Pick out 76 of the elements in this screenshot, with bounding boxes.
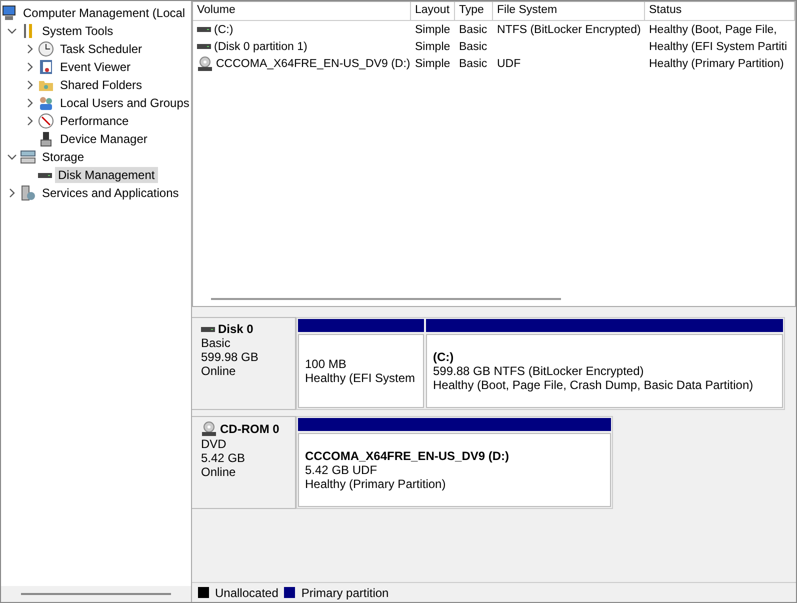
tree-item[interactable]: Task Scheduler xyxy=(57,41,146,57)
disk-type: DVD xyxy=(201,437,228,451)
partition-box[interactable]: 100 MB Healthy (EFI System xyxy=(298,334,424,408)
services-icon xyxy=(20,185,36,201)
table-cell: CCCOMA_X64FRE_EN-US_DV9 (D:) xyxy=(216,58,410,70)
computer-icon xyxy=(1,5,17,21)
drive-icon xyxy=(38,172,52,178)
partition-box[interactable]: CCCOMA_X64FRE_EN-US_DV9 (D:) 5.42 GB UDF Healthy (Primary Partition) xyxy=(298,433,611,507)
tree-item[interactable]: Local Users and Groups xyxy=(57,95,192,111)
partition-box[interactable]: (C:) 599.88 GB NTFS (BitLocker Encrypted) Healthy (Boot, Page File, Crash Dump, Basic Data Partition) xyxy=(426,334,783,408)
chevron-right-icon[interactable] xyxy=(25,62,35,72)
chevron-right-icon[interactable] xyxy=(25,44,35,54)
partition-status: Healthy (Boot, Page File, Crash Dump, Basic Data Partition) xyxy=(433,378,754,392)
tree-item[interactable]: Services and Applications xyxy=(39,185,182,201)
legend-label: Primary partition xyxy=(301,586,389,600)
table-cell: UDF xyxy=(497,58,521,70)
tree-item[interactable]: Disk Management xyxy=(55,167,158,183)
tree-item[interactable]: Storage xyxy=(39,149,88,165)
partition-status: Healthy (Primary Partition) xyxy=(305,477,447,491)
legend-label: Unallocated xyxy=(215,586,278,600)
disk-name: CD-ROM 0 xyxy=(220,422,280,436)
partition-label: (C:) xyxy=(433,350,455,364)
table-cell: (C:) xyxy=(214,24,234,36)
log-book-icon xyxy=(38,59,54,75)
drive-icon xyxy=(201,326,215,332)
table-cell: Healthy (Primary Partition) xyxy=(649,58,784,70)
table-cell: Basic xyxy=(459,40,488,52)
disk-size: 5.42 GB xyxy=(201,451,246,465)
drive-icon xyxy=(197,44,211,49)
tree-item[interactable]: Computer Management (Local xyxy=(20,5,188,21)
tree-item[interactable]: Performance xyxy=(57,113,132,129)
chevron-down-icon[interactable] xyxy=(7,26,17,36)
table-cell: (Disk 0 partition 1) xyxy=(214,40,308,52)
optical-drive-icon xyxy=(201,421,217,437)
gauge-icon xyxy=(38,113,54,129)
table-cell: Simple xyxy=(415,40,450,52)
storage-icon xyxy=(20,149,36,165)
disk-name: Disk 0 xyxy=(218,322,254,336)
disk-info-panel[interactable]: Disk 0 Basic 599.98 GB Online xyxy=(192,317,296,410)
table-cell: Basic xyxy=(459,24,488,36)
table-cell: Simple xyxy=(415,24,450,36)
drive-icon xyxy=(197,27,211,32)
column-header[interactable]: Type xyxy=(455,2,493,20)
chevron-right-icon[interactable] xyxy=(7,188,17,198)
tree-item[interactable]: Device Manager xyxy=(57,131,150,147)
table-cell: Healthy (Boot, Page File, xyxy=(649,24,777,36)
device-icon xyxy=(38,131,54,147)
disk-status: Online xyxy=(201,465,237,479)
disk-status: Online xyxy=(201,364,237,378)
disk-size: 599.98 GB xyxy=(201,350,260,364)
chevron-down-icon[interactable] xyxy=(7,152,17,162)
column-header[interactable]: Volume xyxy=(193,2,411,20)
chevron-right-icon[interactable] xyxy=(25,98,35,108)
tree-item[interactable]: System Tools xyxy=(39,23,116,39)
chevron-right-icon[interactable] xyxy=(25,116,35,126)
optical-drive-icon xyxy=(197,56,213,72)
disk-type: Basic xyxy=(201,336,232,350)
clock-icon xyxy=(38,41,54,57)
column-header[interactable]: Status xyxy=(645,2,795,20)
table-cell: Healthy (EFI System Partiti xyxy=(649,40,788,52)
partition-label: CCCOMA_X64FRE_EN-US_DV9 (D:) xyxy=(305,449,510,463)
disk-info-panel[interactable]: CD-ROM 0 DVD 5.42 GB Online xyxy=(192,416,296,509)
partition-status: Healthy (EFI System xyxy=(305,371,416,385)
column-header[interactable]: File System xyxy=(493,2,645,20)
column-header[interactable]: Layout xyxy=(411,2,455,20)
tree-item[interactable]: Event Viewer xyxy=(57,59,134,75)
chevron-right-icon[interactable] xyxy=(25,80,35,90)
partition-size: 599.88 GB NTFS (BitLocker Encrypted) xyxy=(433,364,645,378)
tree-item[interactable]: Shared Folders xyxy=(57,77,146,93)
table-cell: Basic xyxy=(459,58,488,70)
partition-size: 100 MB xyxy=(305,357,348,371)
users-icon xyxy=(38,95,54,111)
scrollbar[interactable] xyxy=(1,586,191,602)
table-cell: NTFS (BitLocker Encrypted) xyxy=(497,24,641,36)
table-cell: Simple xyxy=(415,58,450,70)
partition-size: 5.42 GB UDF xyxy=(305,463,378,477)
